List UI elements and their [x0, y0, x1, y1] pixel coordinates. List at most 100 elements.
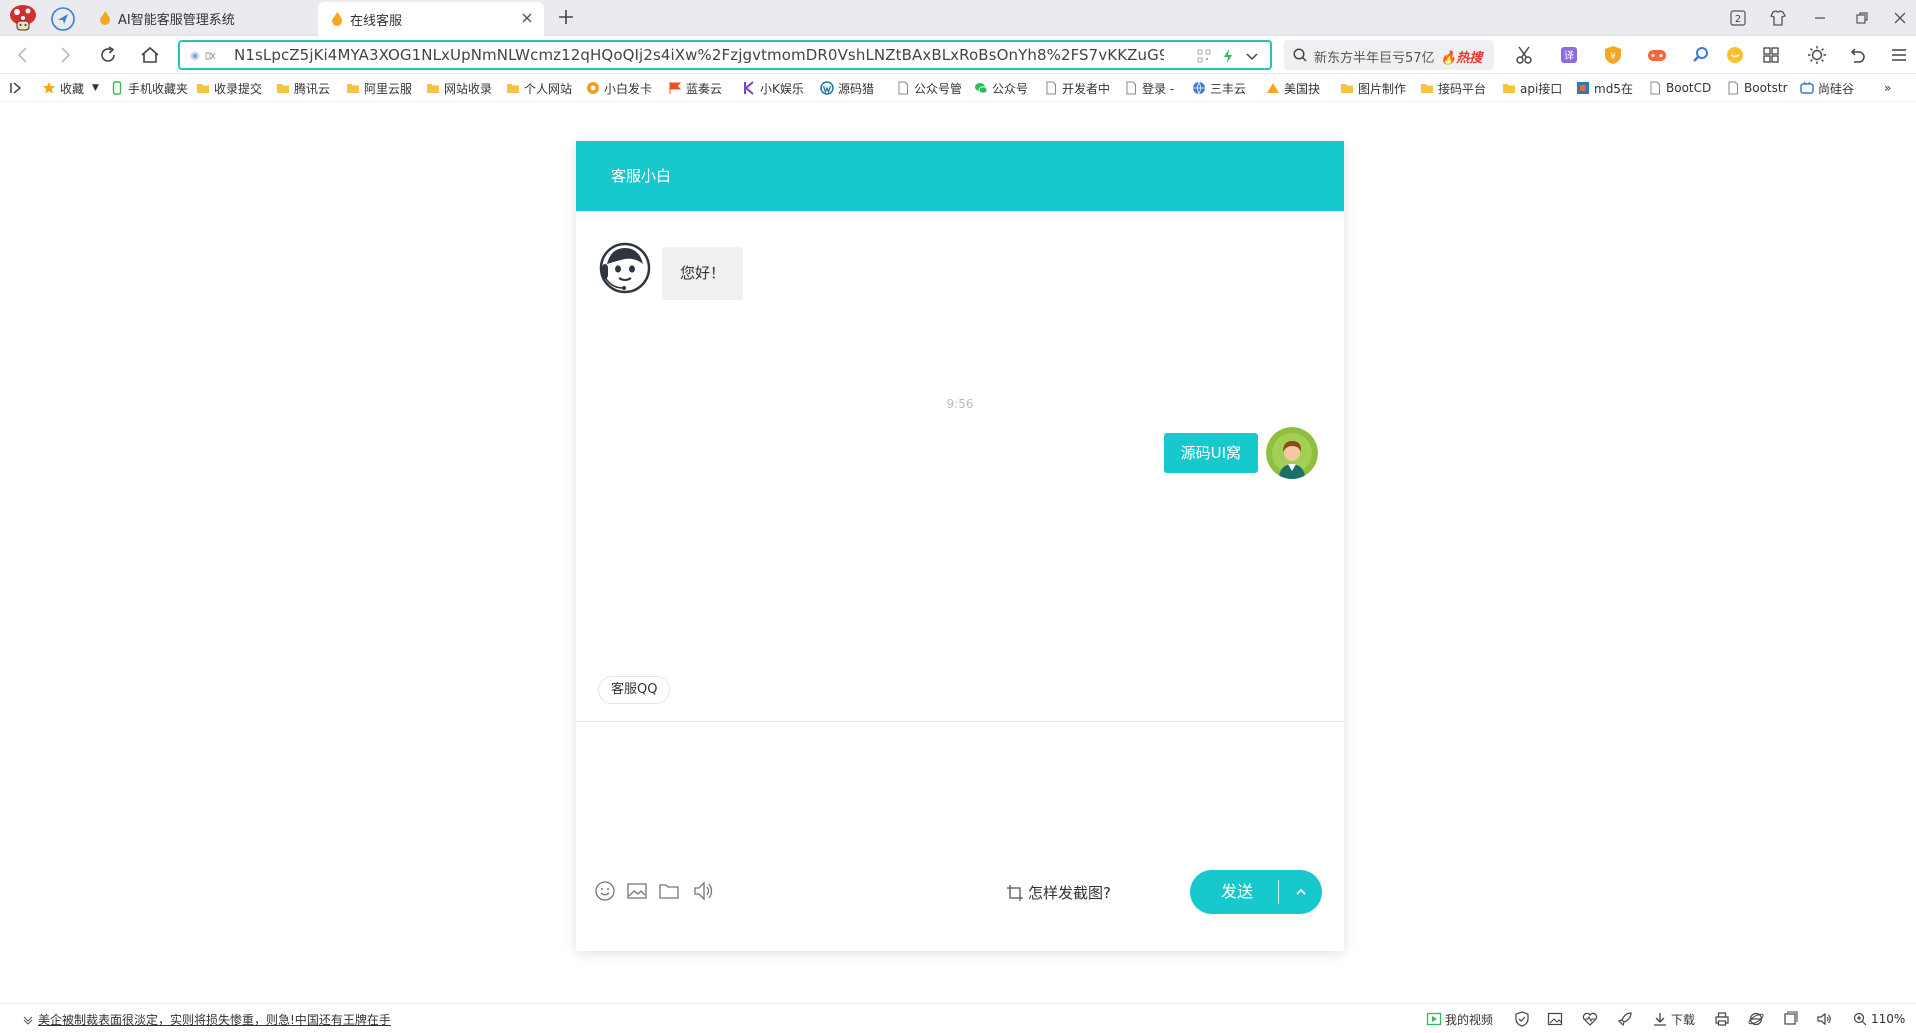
download-button[interactable]: 下载: [1652, 1010, 1695, 1028]
page-icon: [1650, 81, 1660, 95]
bookmark-item[interactable]: 接码平台: [1420, 78, 1490, 98]
tab-count: 2: [1735, 14, 1741, 25]
undo-icon[interactable]: [1846, 44, 1868, 66]
home-icon[interactable]: [139, 44, 161, 66]
translate-icon[interactable]: 译: [1558, 44, 1580, 66]
bookmark-item[interactable]: 腾讯云: [276, 78, 338, 98]
url-bar[interactable]: N1sLpcZ5jKi4MYA3XOG1NLxUpNmNLWcmz12qHQoQ…: [178, 40, 1272, 70]
sound-icon[interactable]: [1816, 1011, 1832, 1027]
image-icon[interactable]: [624, 878, 650, 904]
quick-reply-qq-button[interactable]: 客服QQ: [598, 676, 671, 704]
bookmark-item[interactable]: 尚硅谷: [1800, 78, 1870, 98]
search-icon: [1293, 48, 1307, 62]
bookmark-label: 收录提交: [214, 81, 263, 96]
phone-icon: [112, 81, 122, 95]
coin-icon[interactable]: [1724, 44, 1746, 66]
volume-icon[interactable]: [690, 878, 716, 904]
health-icon[interactable]: [1582, 1011, 1598, 1027]
menu-icon[interactable]: [1888, 44, 1910, 66]
find-icon[interactable]: [1690, 44, 1712, 66]
bookmark-item[interactable]: 小白发卡: [586, 78, 656, 98]
bookmark-item[interactable]: 收录提交: [196, 78, 264, 98]
bookmark-item[interactable]: api接口: [1502, 78, 1564, 98]
hot-search-badge[interactable]: 🔥热搜: [1440, 47, 1482, 66]
url-text[interactable]: N1sLpcZ5jKi4MYA3XOG1NLxUpNmNLWcmz12qHQoQ…: [234, 46, 1164, 64]
bookmark-item[interactable]: 源码猎: [820, 78, 886, 98]
more-bookmarks-button[interactable]: »: [1884, 78, 1898, 98]
navigation-arrow-icon[interactable]: [50, 6, 76, 32]
gamepad-icon[interactable]: [1646, 44, 1668, 66]
message-input[interactable]: [596, 736, 1324, 856]
bookmark-item[interactable]: md5在: [1576, 78, 1636, 98]
bookmark-item[interactable]: 美国抉: [1266, 78, 1332, 98]
my-video-button[interactable]: 我的视频: [1426, 1010, 1493, 1028]
bookmark-item[interactable]: 三丰云: [1192, 78, 1252, 98]
close-tab-icon[interactable]: [520, 11, 534, 25]
message-list: 您好！ 9:56 源码UI窝: [576, 211, 1344, 721]
forward-icon[interactable]: [54, 44, 76, 66]
print-icon[interactable]: [1714, 1011, 1730, 1027]
crop-icon: [1007, 884, 1023, 901]
search-suggestion[interactable]: 新东方半年巨亏57亿: [1314, 47, 1434, 66]
bookmark-item[interactable]: 公众号: [974, 78, 1034, 98]
bookmark-item[interactable]: BootCD: [1648, 78, 1714, 98]
cut-icon[interactable]: [1514, 44, 1536, 66]
globe-icon: [1193, 81, 1205, 95]
security-shield-icon[interactable]: [1514, 1011, 1530, 1027]
qr-code-icon[interactable]: [1196, 48, 1212, 64]
folder-icon[interactable]: [656, 878, 682, 904]
bookmark-label: 公众号: [992, 81, 1029, 96]
rocket-icon[interactable]: [1617, 1011, 1633, 1027]
reload-icon[interactable]: [97, 44, 119, 66]
brightness-icon[interactable]: [1806, 44, 1828, 66]
bookmark-item[interactable]: Bootstr: [1726, 78, 1788, 98]
bookmark-label: 手机收藏夹: [128, 81, 189, 96]
search-box[interactable]: 新东方半年巨亏57亿 🔥热搜: [1284, 40, 1494, 70]
tab-online-service[interactable]: 在线客服: [318, 2, 544, 36]
new-tab-icon[interactable]: [556, 7, 576, 27]
bookmark-item[interactable]: 阿里云服: [346, 78, 414, 98]
tab-count-badge[interactable]: 2: [1726, 6, 1750, 30]
bookmark-item[interactable]: 登录 -: [1124, 78, 1180, 98]
skin-icon[interactable]: [1766, 6, 1790, 30]
send-options-button[interactable]: [1279, 870, 1322, 914]
flame-favicon-icon: [100, 11, 110, 25]
close-window-icon[interactable]: [1888, 6, 1912, 30]
emoji-icon[interactable]: [592, 878, 618, 904]
zoom-level: 110%: [1871, 1012, 1906, 1026]
bookmark-item[interactable]: 开发者中: [1044, 78, 1112, 98]
bookmark-item[interactable]: 公众号管: [896, 78, 962, 98]
bookmark-favorites[interactable]: 收藏 ▼: [42, 78, 106, 98]
zoom-control[interactable]: 110%: [1852, 1010, 1905, 1028]
bookmark-label: 蓝奏云: [686, 81, 723, 96]
tab-label: 在线客服: [350, 13, 403, 29]
bookmark-item[interactable]: 蓝奏云: [668, 78, 732, 98]
video-icon: [1426, 1012, 1442, 1026]
news-ticker[interactable]: 美企被制裁表面很淡定，实则将损失惨重，则急!中国还有王牌在手: [22, 1011, 391, 1028]
picture-icon[interactable]: [1547, 1011, 1563, 1027]
download-label: 下载: [1671, 1012, 1696, 1027]
apps-grid-icon[interactable]: [1760, 44, 1782, 66]
screenshot-help-link[interactable]: 怎样发截图?: [1006, 882, 1111, 903]
bookmark-item[interactable]: 图片制作: [1340, 78, 1408, 98]
site-info-icon[interactable]: [190, 50, 220, 62]
ie-compat-icon[interactable]: [1748, 1011, 1764, 1027]
bookmark-item[interactable]: 手机收藏夹: [110, 78, 190, 98]
chevron-down-icon[interactable]: [1244, 48, 1260, 64]
chat-title: 客服小白: [576, 141, 1344, 211]
bookmark-item[interactable]: 小K娱乐: [742, 78, 806, 98]
back-icon[interactable]: [12, 44, 34, 66]
browser-logo-icon[interactable]: [8, 4, 38, 32]
tab-ai-admin[interactable]: AI智能客服管理系统: [94, 0, 314, 36]
send-button[interactable]: 发送: [1190, 870, 1278, 914]
wordpress-icon: [820, 81, 834, 95]
bookmark-item[interactable]: 网站收录: [426, 78, 498, 98]
sidebar-toggle-icon[interactable]: [10, 82, 24, 94]
speed-mode-icon[interactable]: [1220, 48, 1236, 64]
minimize-icon[interactable]: [1808, 6, 1832, 30]
window-icon[interactable]: [1782, 1011, 1798, 1027]
news-headline[interactable]: 美企被制裁表面很淡定，实则将损失惨重，则急!中国还有王牌在手: [38, 1011, 391, 1028]
bookmark-item[interactable]: 个人网站: [506, 78, 574, 98]
shield-icon[interactable]: ¥: [1602, 44, 1624, 66]
restore-icon[interactable]: [1850, 6, 1874, 30]
